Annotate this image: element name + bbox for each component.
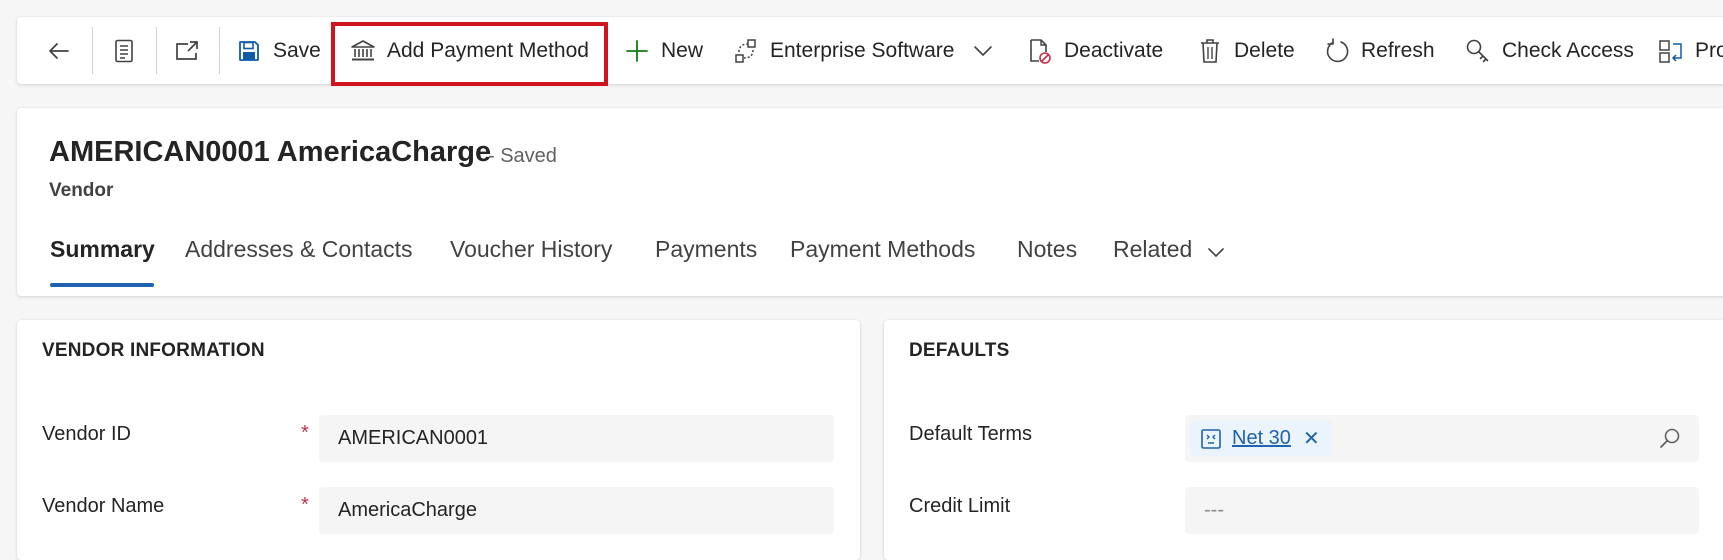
process-label: Pro: [1695, 38, 1723, 62]
tab-payment-methods[interactable]: Payment Methods: [790, 236, 975, 263]
new-label: New: [661, 38, 704, 62]
enterprise-software-label: Enterprise Software: [770, 38, 955, 62]
vendor-name-field[interactable]: AmericaCharge: [319, 487, 834, 534]
divider: [219, 27, 220, 74]
tab-summary[interactable]: Summary: [50, 236, 155, 263]
delete-label: Delete: [1234, 38, 1295, 62]
section-title: DEFAULTS: [909, 340, 1010, 361]
tab-payments[interactable]: Payments: [655, 236, 757, 263]
tab-notes[interactable]: Notes: [1017, 236, 1077, 263]
new-button[interactable]: New: [623, 17, 703, 84]
delete-button[interactable]: Delete: [1196, 17, 1295, 84]
refresh-icon: [1323, 37, 1351, 65]
entity-name: Vendor: [49, 180, 114, 201]
plus-icon: [623, 37, 651, 65]
check-access-button[interactable]: Check Access: [1464, 17, 1634, 84]
open-new-window-button[interactable]: [173, 17, 201, 84]
deactivate-button[interactable]: Deactivate: [1026, 17, 1163, 84]
close-icon[interactable]: ✕: [1303, 426, 1320, 451]
check-access-label: Check Access: [1502, 38, 1634, 62]
search-icon[interactable]: [1659, 427, 1681, 455]
process-button[interactable]: Pro: [1657, 17, 1723, 84]
credit-limit-field[interactable]: ---: [1185, 487, 1699, 534]
vendor-information-section: VENDOR INFORMATION Vendor ID * AMERICAN0…: [17, 320, 860, 560]
enterprise-software-dropdown[interactable]: [969, 17, 997, 84]
active-tab-indicator: [50, 283, 154, 287]
save-label: Save: [273, 38, 321, 62]
tab-addresses-contacts[interactable]: Addresses & Contacts: [185, 236, 413, 263]
back-arrow-icon: [45, 37, 73, 65]
add-payment-method-highlight: [331, 22, 608, 86]
save-button[interactable]: Save: [235, 17, 321, 84]
command-bar: Save Add Payment Method New Enterprise S…: [17, 17, 1723, 84]
process-icon: [1657, 37, 1685, 65]
required-indicator: *: [301, 422, 309, 444]
divider: [156, 27, 157, 74]
default-terms-lookup[interactable]: Net 30 ✕: [1185, 415, 1699, 462]
pop-out-icon: [173, 37, 201, 65]
default-terms-link[interactable]: Net 30: [1232, 427, 1291, 450]
chevron-down-icon: [969, 37, 997, 65]
flow-icon: [732, 37, 760, 65]
terms-record-icon: [1200, 428, 1222, 450]
vendor-name-label: Vendor Name: [42, 495, 165, 517]
default-terms-tag: Net 30 ✕: [1190, 421, 1332, 456]
refresh-button[interactable]: Refresh: [1323, 17, 1435, 84]
chevron-down-icon: [1207, 237, 1225, 264]
tab-related[interactable]: Related: [1113, 236, 1225, 264]
trash-icon: [1196, 37, 1224, 65]
vendor-id-field[interactable]: AMERICAN0001: [319, 415, 834, 462]
credit-limit-label: Credit Limit: [909, 495, 1011, 517]
deactivate-label: Deactivate: [1064, 38, 1164, 62]
save-status: - Saved: [488, 145, 557, 167]
record-title: AMERICAN0001 AmericaCharge: [49, 136, 492, 168]
save-disk-icon: [235, 37, 263, 65]
form-view-button[interactable]: [110, 17, 138, 84]
key-search-icon: [1464, 37, 1492, 65]
record-header: AMERICAN0001 AmericaCharge - Saved Vendo…: [17, 108, 1723, 296]
defaults-section: DEFAULTS Default Terms Net 30 ✕ Credit L…: [884, 320, 1723, 560]
form-icon: [110, 37, 138, 65]
enterprise-software-flow-button[interactable]: Enterprise Software: [732, 17, 954, 84]
vendor-id-label: Vendor ID: [42, 423, 131, 445]
required-indicator: *: [301, 494, 309, 516]
divider: [92, 27, 93, 74]
section-title: VENDOR INFORMATION: [42, 340, 265, 361]
back-button[interactable]: [45, 17, 73, 84]
deactivate-document-icon: [1026, 37, 1054, 65]
tab-voucher-history[interactable]: Voucher History: [450, 236, 612, 263]
default-terms-label: Default Terms: [909, 423, 1033, 445]
refresh-label: Refresh: [1361, 38, 1435, 62]
tab-related-label: Related: [1113, 236, 1193, 262]
